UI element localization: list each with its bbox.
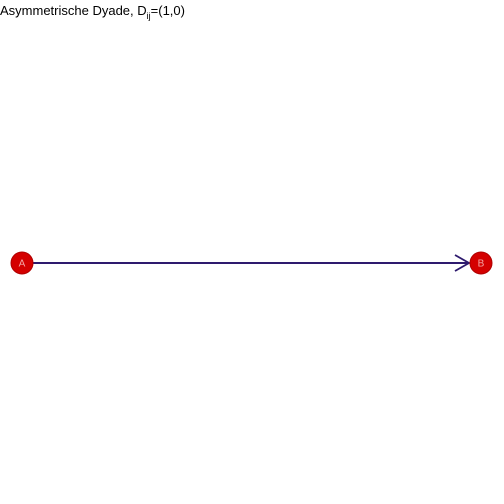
- node-b-label: B: [478, 259, 485, 270]
- node-a: A: [10, 251, 34, 275]
- dyad-diagram: A B: [10, 251, 493, 275]
- node-a-label: A: [19, 259, 26, 270]
- node-b: B: [469, 251, 493, 275]
